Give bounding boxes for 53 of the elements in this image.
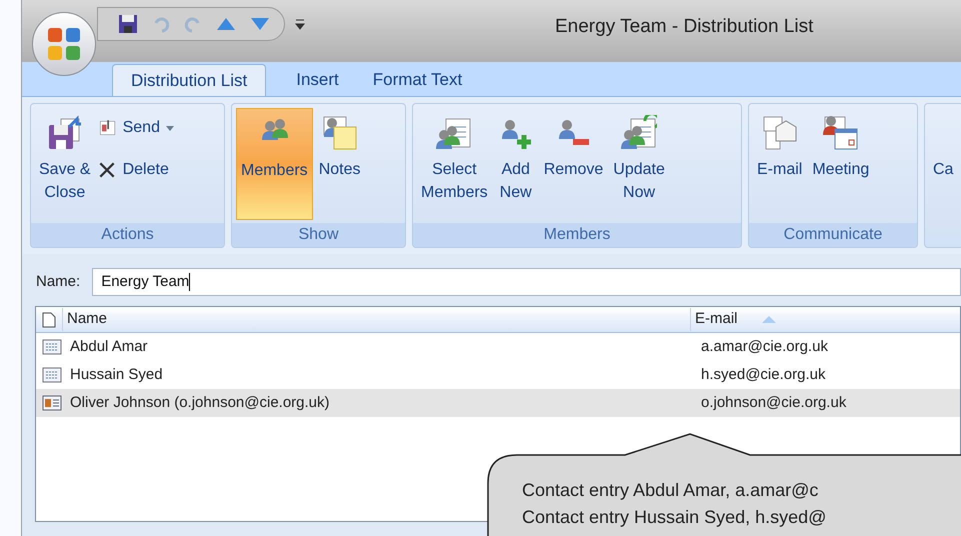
name-label: Name:: [36, 272, 80, 292]
email-icon: [762, 115, 798, 151]
column-header[interactable]: Name: [62, 308, 690, 331]
ribbon-button[interactable]: Remove: [540, 108, 608, 220]
contact-card-icon: [42, 395, 62, 411]
list-card-icon: [42, 339, 62, 355]
ribbon-button[interactable]: Save & Close: [35, 108, 95, 220]
ribbon-tab[interactable]: Distribution List: [112, 64, 266, 96]
redo-icon[interactable]: [184, 15, 202, 33]
down-arrow-icon[interactable]: [250, 17, 270, 31]
undo-icon[interactable]: [152, 15, 170, 33]
calendar-icon: [822, 115, 859, 151]
group-label: Actions: [31, 223, 224, 247]
ribbon-tab[interactable]: Insert: [292, 64, 343, 96]
up-arrow-icon[interactable]: [216, 17, 236, 31]
column-header[interactable]: E-mail: [690, 308, 960, 331]
name-cell-text: Oliver Johnson (o.johnson@cie.org.uk): [69, 392, 331, 413]
group-label: Communicate: [749, 223, 917, 247]
ribbon-button[interactable]: Meeting: [808, 108, 874, 220]
ribbon-button[interactable]: Ca: [929, 108, 958, 220]
save-icon: [46, 115, 83, 151]
refresh-card-icon: [621, 115, 658, 151]
list-card-icon: [42, 367, 62, 383]
group-label: Members: [413, 223, 741, 247]
email-cell-text: o.johnson@cie.org.uk: [700, 392, 848, 413]
name-field[interactable]: Energy Team: [92, 268, 961, 296]
customize-toolbar-icon[interactable]: [295, 18, 305, 30]
ribbon-button[interactable]: Send: [96, 116, 174, 140]
ribbon-tab[interactable]: Format Text: [368, 64, 466, 96]
name-cell-text: Hussain Syed: [69, 364, 164, 385]
ribbon-button[interactable]: Select Members: [417, 108, 492, 220]
name-cell-text: Abdul Amar: [69, 336, 149, 357]
email-cell-text: a.amar@cie.org.uk: [700, 336, 829, 357]
group-label: Show: [232, 223, 405, 247]
save-icon[interactable]: [118, 14, 138, 34]
note-icon: [322, 115, 358, 151]
list-row[interactable]: Oliver Johnson (o.johnson@cie.org.uk) o.johnson@cie.org.uk: [36, 389, 960, 417]
window-title: Energy Team - Distribution List: [555, 14, 814, 39]
delete-icon: [96, 160, 117, 180]
list-row[interactable]: Hussain Syed h.syed@cie.org.uk: [36, 361, 960, 389]
ribbon-button[interactable]: E-mail: [753, 108, 806, 220]
list-row[interactable]: Abdul Amar a.amar@cie.org.uk: [36, 333, 960, 361]
office-logo-icon: [46, 26, 82, 62]
ribbon-button[interactable]: Notes: [314, 108, 364, 220]
sort-ascending-icon: [762, 316, 776, 323]
callout-text: Contact entry Abdul Amar, a.amar@c: [522, 479, 820, 502]
ribbon-button[interactable]: Add New: [494, 108, 538, 220]
ribbon-button[interactable]: Delete: [96, 158, 174, 182]
ribbon-button[interactable]: Update Now: [609, 108, 669, 220]
document-icon: [42, 312, 56, 328]
callout-text: Contact entry Hussain Syed, h.syed@: [522, 506, 826, 529]
ribbon-button[interactable]: Members: [236, 108, 313, 220]
email-cell-text: h.syed@cie.org.uk: [700, 364, 826, 385]
